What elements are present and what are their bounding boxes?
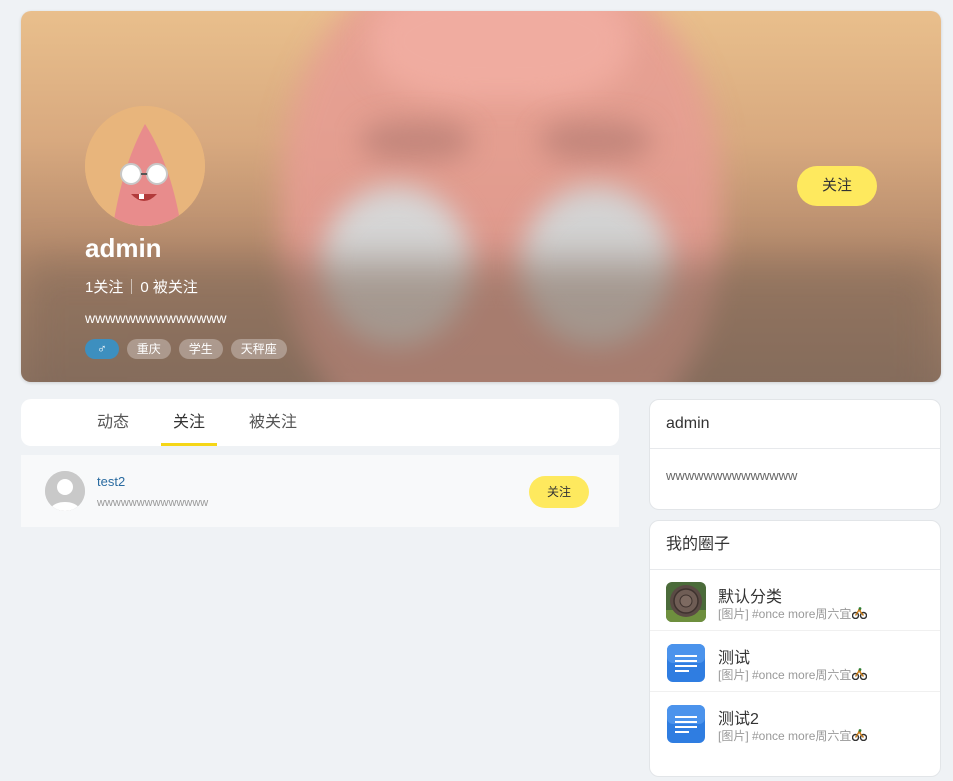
tag-job: 学生 [178, 339, 223, 359]
coin-image-icon [666, 582, 706, 622]
profile-tags: ♂ 重庆 学生 天秤座 [85, 339, 287, 359]
profile-username: admin [85, 233, 162, 263]
profile-card: admin wwwwwwwwwwwwww [649, 399, 941, 510]
tab-following[interactable]: 关注 [161, 399, 218, 446]
profile-tabs: 动态 关注 被关注 [21, 399, 619, 446]
banner-background-blur [371, 11, 631, 101]
user-bio: wwwwwwwwwwwwww [97, 497, 209, 509]
bicycle-emoji-icon [852, 729, 868, 741]
circle-name: 测试2 [718, 711, 759, 728]
document-icon [666, 643, 706, 683]
document-icon [666, 704, 706, 744]
my-circles-card: 我的圈子 默认分类 [图片] #once more周六宜 测试 [图片] #on… [649, 520, 941, 777]
profile-card-bio: wwwwwwwwwwwwww [666, 468, 798, 483]
tab-followers[interactable]: 被关注 [249, 399, 297, 446]
followers-count[interactable]: 0 被关注 [140, 276, 198, 297]
circle-latest-post: [图片] #once more周六宜 [718, 727, 868, 744]
list-item: test2 wwwwwwwwwwwwww 关注 [21, 455, 619, 527]
circle-latest-text: [图片] #once more周六宜 [718, 607, 852, 621]
stats-divider [131, 279, 133, 294]
banner-background-blur [541, 121, 651, 161]
circle-item-default[interactable]: 默认分类 [图片] #once more周六宜 [650, 570, 940, 631]
tag-zodiac: 天秤座 [230, 339, 287, 359]
avatar[interactable] [85, 106, 205, 226]
circle-latest-post: [图片] #once more周六宜 [718, 666, 868, 683]
circle-item-test[interactable]: 测试 [图片] #once more周六宜 [650, 631, 940, 692]
follow-stats: 1关注 0 被关注 [85, 276, 198, 297]
tab-activity[interactable]: 动态 [97, 399, 129, 446]
circle-name: 默认分类 [718, 589, 783, 606]
circle-item-test2[interactable]: 测试2 [图片] #once more周六宜 [650, 692, 940, 753]
profile-banner: admin 1关注 0 被关注 wwwwwwwwwwwwww ♂ 重庆 学生 天… [21, 11, 941, 382]
circle-latest-post: [图片] #once more周六宜 [718, 605, 868, 622]
tag-city: 重庆 [126, 339, 171, 359]
default-avatar-icon[interactable] [45, 471, 85, 511]
user-name-link[interactable]: test2 [97, 474, 125, 489]
circle-latest-text: [图片] #once more周六宜 [718, 729, 852, 743]
profile-bio: wwwwwwwwwwwwww [85, 310, 227, 326]
following-list: test2 wwwwwwwwwwwwww 关注 [21, 455, 619, 527]
follow-user-button[interactable]: 关注 [529, 476, 589, 508]
gender-male-icon: ♂ [85, 339, 119, 359]
bicycle-emoji-icon [852, 668, 868, 680]
banner-background-blur [361, 121, 471, 161]
circle-name: 测试 [718, 650, 751, 667]
bicycle-emoji-icon [852, 607, 868, 619]
follow-button[interactable]: 关注 [797, 166, 877, 206]
profile-card-title: admin [650, 400, 940, 449]
circle-latest-text: [图片] #once more周六宜 [718, 668, 852, 682]
following-count[interactable]: 1关注 [85, 276, 123, 297]
circles-card-title: 我的圈子 [650, 521, 940, 570]
